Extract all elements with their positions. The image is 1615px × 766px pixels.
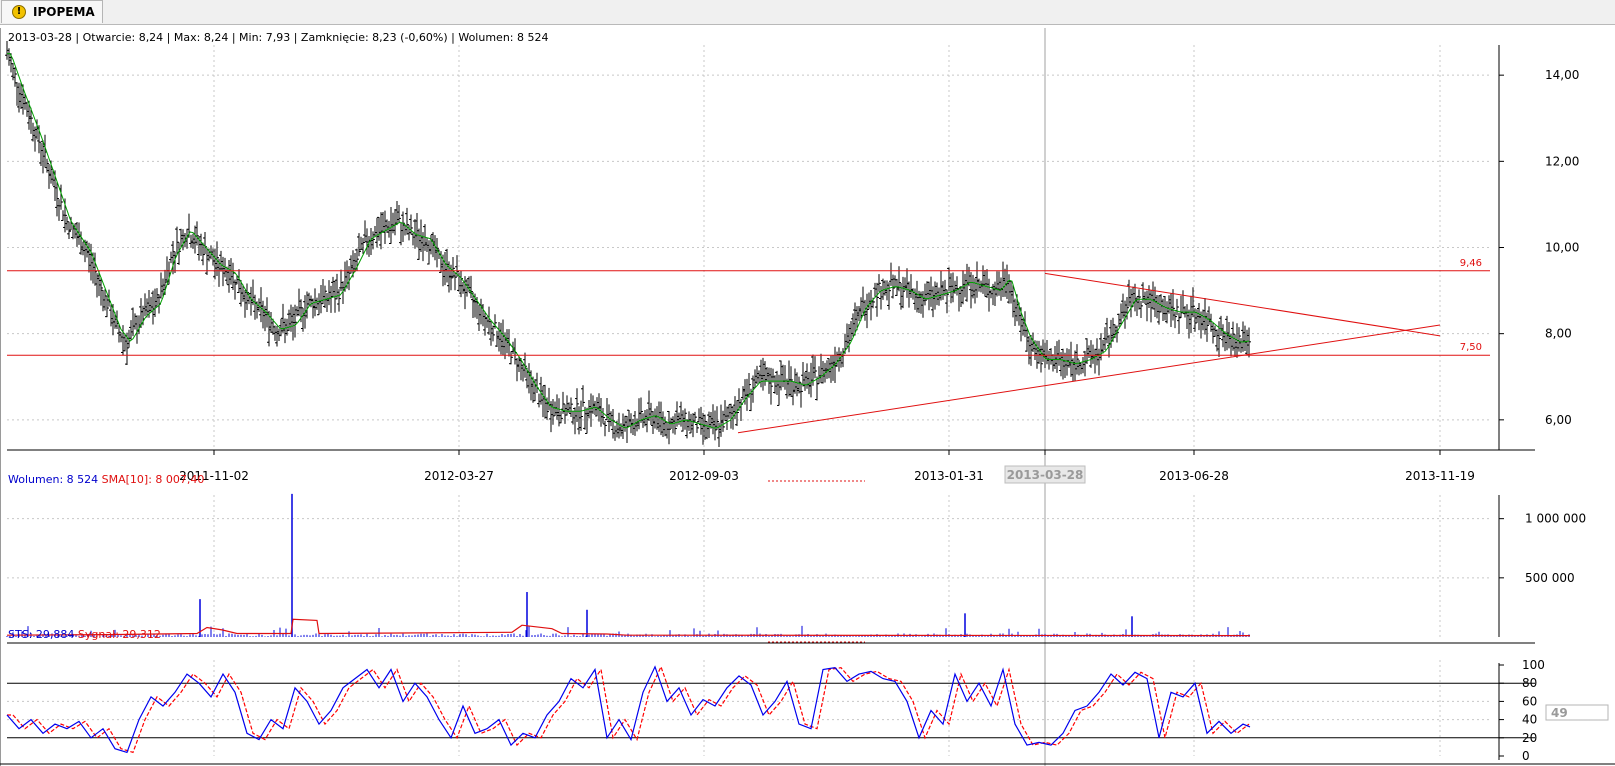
sts-y-tick-label: 40 <box>1522 713 1537 727</box>
price-y-tick-label: 14,00 <box>1545 68 1579 82</box>
price-y-tick-label: 12,00 <box>1545 154 1579 168</box>
stock-chart[interactable]: 9,467,50 6,008,0010,0012,0014,002011-11-… <box>0 0 1615 766</box>
price-y-tick-label: 6,00 <box>1545 413 1572 427</box>
stochastic-panel <box>6 665 1535 754</box>
x-tick-label: 2012-09-03 <box>669 469 739 483</box>
price-panel: 9,46 7,50 <box>5 40 1490 447</box>
volume-y-tick-label: 1 000 000 <box>1525 512 1586 526</box>
sts-legend: STS: 29,884 Sygnał: 29,312 <box>8 628 161 641</box>
volume-legend: Wolumen: 8 524 SMA[10]: 8 007,40 <box>8 473 204 486</box>
volume-sma-label: SMA[10]: 8 007,40 <box>101 473 205 486</box>
signal-label: Sygnał: 29,312 <box>77 628 161 641</box>
x-tick-label: 2013-11-19 <box>1405 469 1475 483</box>
axes-layer: 6,008,0010,0012,0014,002011-11-02 2012-03… <box>0 45 1615 765</box>
sts-y-tick-label: 20 <box>1522 731 1537 745</box>
chart-window: ! IPOPEMA 9,46 7,50 6,00 8,00 10,00 12,00 14,… <box>0 0 1615 766</box>
x-tick-label: 2013-01-31 <box>914 469 984 483</box>
price-y-tick-label: 8,00 <box>1545 327 1572 341</box>
level-label: 9,46 <box>1460 258 1482 269</box>
x-tick-label-highlighted: 2013-03-28 <box>1007 468 1084 482</box>
x-tick-label: 2013-06-28 <box>1159 469 1229 483</box>
price-info-bar: 2013-03-28 | Otwarcie: 8,24 | Max: 8,24 … <box>8 31 549 44</box>
volume-y-tick-label: 500 000 <box>1525 571 1575 585</box>
level-label: 7,50 <box>1460 342 1482 353</box>
signal-line <box>7 665 1250 754</box>
price-y-tick-label: 10,00 <box>1545 241 1579 255</box>
sts-line <box>6 665 1251 754</box>
trend-line <box>737 324 1441 434</box>
volume-panel <box>6 493 1251 637</box>
x-tick-label: 2012-03-27 <box>424 469 494 483</box>
sts-y-tick-label: 0 <box>1522 749 1530 763</box>
volume-label: Wolumen: 8 524 <box>8 473 99 486</box>
sts-y-tick-label: 60 <box>1522 694 1537 708</box>
sts-label: STS: 29,884 <box>8 628 75 641</box>
volume-sma-line <box>6 618 1251 637</box>
sts-value-box-label: 49 <box>1551 706 1568 720</box>
sts-y-tick-label: 80 <box>1522 676 1537 690</box>
sts-y-tick-label: 100 <box>1522 658 1545 672</box>
